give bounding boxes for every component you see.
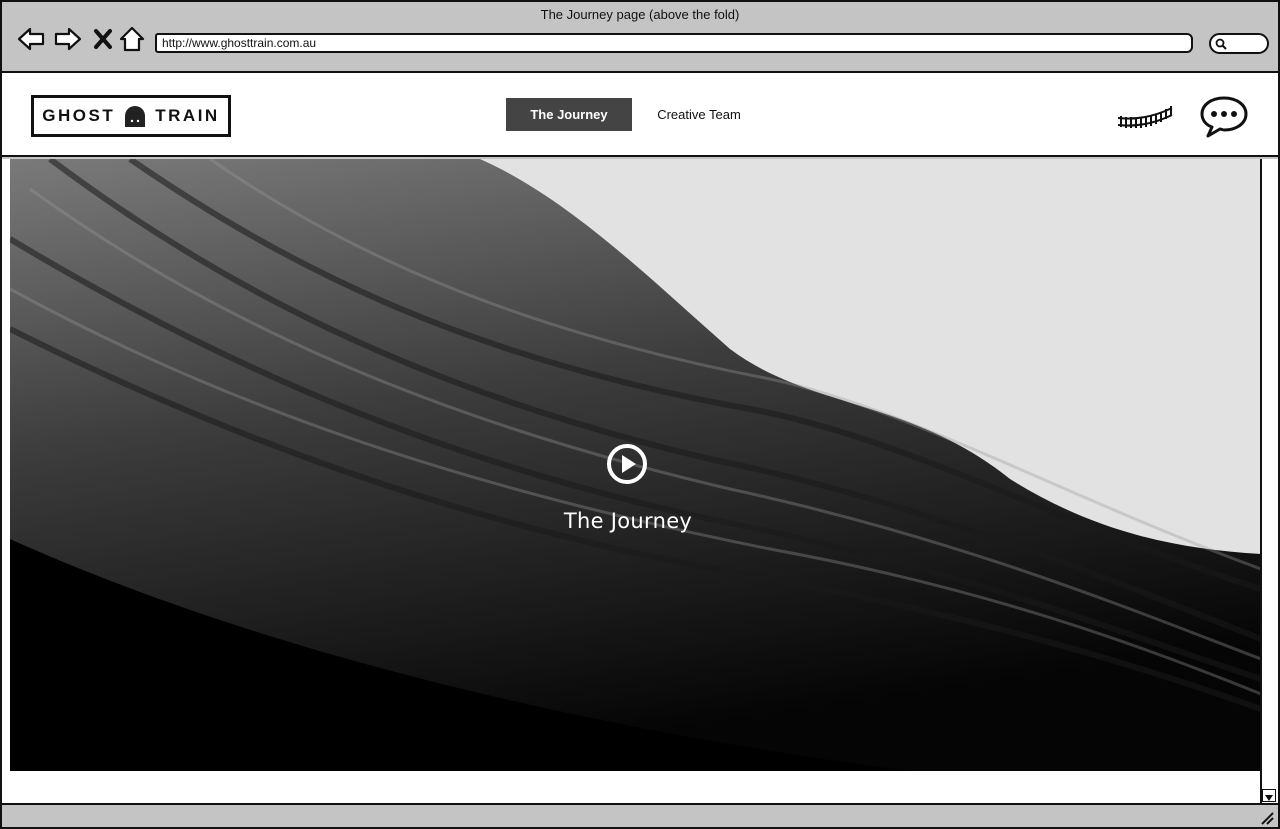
logo-text-left: GHOST [42,106,116,125]
home-icon [119,26,145,52]
search-icon [1215,38,1227,50]
close-icon [94,29,112,49]
logo-text-right: TRAIN [155,106,220,125]
home-button[interactable] [117,24,147,54]
chat-bubble-icon[interactable] [1198,95,1250,139]
ghost-icon [125,106,146,127]
page-viewport: The Journey [2,159,1278,803]
stop-button[interactable] [88,24,118,54]
back-button[interactable] [16,24,46,54]
forward-button[interactable] [53,24,83,54]
scroll-down-button[interactable] [1262,789,1276,802]
play-icon[interactable] [605,442,649,486]
arrow-right-icon [54,27,82,51]
train-track-icon[interactable] [1116,101,1174,129]
window-title: The Journey page (above the fold) [540,7,740,22]
site-logo[interactable]: GHOST TRAIN [31,95,231,137]
nav-tab-creative-team[interactable]: Creative Team [642,98,756,131]
browser-toolbar: The Journey page (above the fold) http:/… [2,2,1278,73]
address-bar[interactable]: http://www.ghosttrain.com.au [155,33,1193,53]
arrow-left-icon [17,27,45,51]
chevron-down-icon [1265,795,1273,801]
site-header: GHOST TRAIN The Journey Creative Team [2,73,1278,157]
vertical-scrollbar[interactable] [1260,159,1278,803]
resize-grip-icon[interactable] [1258,809,1274,825]
status-bar [2,803,1278,827]
hero-image: The Journey [10,159,1261,771]
hero-title: The Journey [563,509,693,533]
nav-tab-the-journey[interactable]: The Journey [506,98,632,131]
browser-search-field[interactable] [1209,33,1269,54]
browser-window: The Journey page (above the fold) http:/… [0,0,1280,829]
